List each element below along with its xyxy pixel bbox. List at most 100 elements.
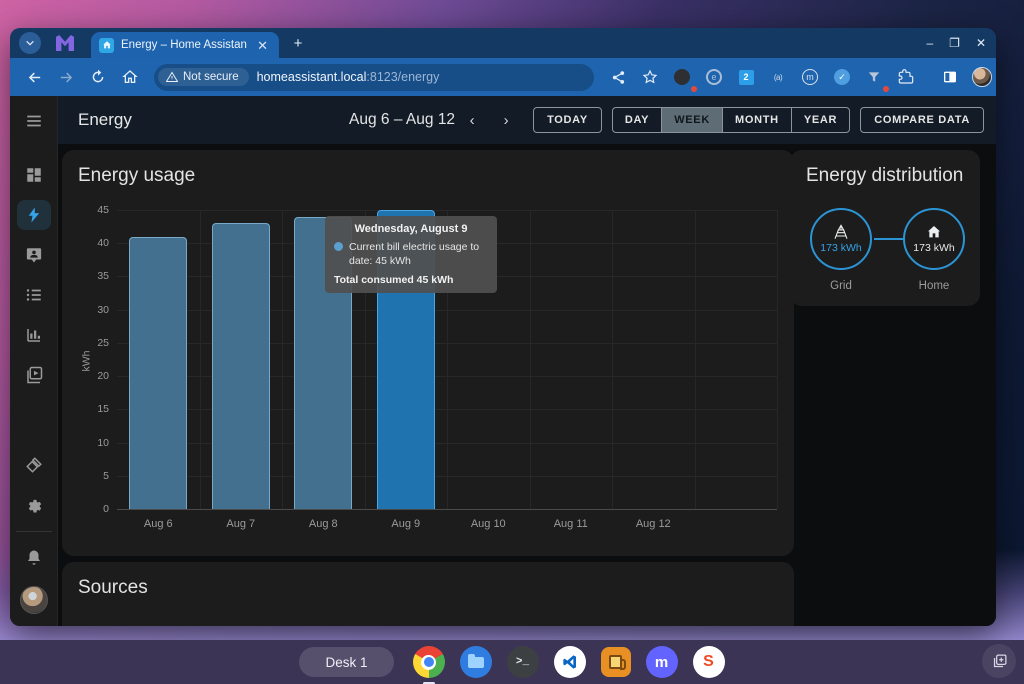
view-segmented: DAYWEEKMONTHYEAR <box>612 107 850 133</box>
badge-dot <box>883 86 889 92</box>
url-text: homeassistant.local:8123/energy <box>257 70 440 84</box>
star-icon <box>642 69 658 85</box>
next-period-button[interactable]: › <box>489 105 523 135</box>
terminal-app-icon[interactable]: >_ <box>507 646 539 678</box>
user-avatar[interactable] <box>20 586 48 614</box>
ha-header: Energy Aug 6 – Aug 12 ‹ › TODAY DAYWEEKM… <box>58 96 996 144</box>
extension-icon[interactable] <box>860 63 888 91</box>
tooltip-total: Total consumed 45 kWh <box>334 274 488 286</box>
sidebar-item-map[interactable] <box>17 240 51 270</box>
sidebar-item-settings[interactable] <box>17 490 51 520</box>
prev-period-button[interactable]: ‹ <box>455 105 489 135</box>
sidebar-menu-button[interactable] <box>17 106 51 136</box>
home-assistant-favicon-icon <box>99 38 114 53</box>
extension-a-icon: (a) <box>774 73 782 82</box>
sidebar-item-media[interactable] <box>17 360 51 390</box>
vscode-app-icon[interactable] <box>554 646 586 678</box>
home-button[interactable] <box>116 63 144 91</box>
y-tick-label: 20 <box>97 370 109 382</box>
tab-close-button[interactable]: ✕ <box>254 38 271 53</box>
home-value: 173 kWh <box>913 242 954 254</box>
bar[interactable] <box>129 237 187 509</box>
extension-icon[interactable] <box>668 63 696 91</box>
view-day-button[interactable]: DAY <box>613 108 661 132</box>
x-tick-label: Aug 12 <box>636 518 671 530</box>
x-tick-label: Aug 11 <box>554 518 588 530</box>
sidebar-item-developer-tools[interactable] <box>17 450 51 480</box>
hamburger-icon <box>25 112 43 130</box>
transmission-tower-icon <box>833 224 849 240</box>
shelf: Desk 1 >_ m S <box>0 640 1024 684</box>
sidebar-item-logbook[interactable] <box>17 280 51 310</box>
view-year-button[interactable]: YEAR <box>791 108 849 132</box>
x-tick-label: Aug 7 <box>226 518 255 530</box>
y-tick-label: 40 <box>97 237 109 249</box>
extension-icon[interactable]: 2 <box>732 63 760 91</box>
maximize-button[interactable]: ❐ <box>949 36 960 50</box>
extension-icon[interactable]: e <box>700 63 728 91</box>
files-app-icon[interactable] <box>460 646 492 678</box>
extension-funnel-icon <box>867 70 881 84</box>
card-title: Energy usage <box>62 150 794 187</box>
back-button[interactable] <box>20 63 48 91</box>
bell-icon <box>25 549 43 567</box>
share-button[interactable] <box>604 63 632 91</box>
screen-capture-button[interactable] <box>982 644 1016 678</box>
x-tick-label: Aug 6 <box>144 518 173 530</box>
desk-button[interactable]: Desk 1 <box>299 647 393 677</box>
active-tab[interactable]: Energy – Home Assistant ✕ <box>91 32 279 58</box>
address-bar[interactable]: Not secure homeassistant.local:8123/ener… <box>154 64 594 91</box>
grid-value: 173 kWh <box>820 242 861 254</box>
sidebar-notifications[interactable] <box>17 543 51 573</box>
forward-arrow-icon <box>58 69 75 86</box>
reload-button[interactable] <box>84 63 112 91</box>
extension-icon[interactable]: ✓ <box>828 63 856 91</box>
extension-icon[interactable]: m <box>796 63 824 91</box>
side-panel-button[interactable] <box>936 63 964 91</box>
extensions-menu-button[interactable] <box>892 63 920 91</box>
browser-window: Energy – Home Assistant ✕ + – ❐ ✕ Not se… <box>10 28 996 626</box>
today-button[interactable]: TODAY <box>533 107 602 133</box>
home-label: Home <box>903 280 965 292</box>
sidebar-item-history[interactable] <box>17 320 51 350</box>
sources-card: Sources <box>62 562 794 626</box>
sidebar-item-overview[interactable] <box>17 160 51 190</box>
badge-dot <box>691 86 697 92</box>
y-tick-label: 30 <box>97 304 109 316</box>
tab-title: Energy – Home Assistant <box>121 39 247 51</box>
y-tick-label: 10 <box>97 437 109 449</box>
minimize-button[interactable]: – <box>926 36 933 50</box>
gridline <box>530 210 531 509</box>
grid-node[interactable]: 173 kWh <box>810 208 872 270</box>
mastodon-app-icon[interactable]: m <box>646 646 678 678</box>
compare-data-button[interactable]: COMPARE DATA <box>860 107 984 133</box>
tab-strip: Energy – Home Assistant ✕ + – ❐ ✕ <box>10 28 996 58</box>
chrome-app-icon[interactable] <box>413 646 445 678</box>
not-secure-chip[interactable]: Not secure <box>158 68 249 86</box>
view-week-button[interactable]: WEEK <box>661 108 722 132</box>
pinned-tab[interactable] <box>55 34 75 52</box>
new-tab-button[interactable]: + <box>287 32 309 54</box>
card-title: Energy distribution <box>790 150 980 187</box>
grid-home-link <box>874 238 903 240</box>
bar[interactable] <box>212 223 270 509</box>
gridline <box>695 210 696 509</box>
sidebar-item-energy[interactable] <box>17 200 51 230</box>
forward-button[interactable] <box>52 63 80 91</box>
beer-app-icon[interactable] <box>601 647 631 677</box>
dashboard-icon <box>25 166 43 184</box>
home-node[interactable]: 173 kWh <box>903 208 965 270</box>
bar-chart-icon <box>25 326 43 344</box>
s-app-icon[interactable]: S <box>693 646 725 678</box>
close-button[interactable]: ✕ <box>976 36 986 50</box>
chevron-down-icon <box>25 38 35 48</box>
tab-search-button[interactable] <box>19 32 41 54</box>
profile-button[interactable] <box>968 63 996 91</box>
extension-icon[interactable]: (a) <box>764 63 792 91</box>
house-icon <box>926 224 942 240</box>
series-dot-icon <box>334 242 343 251</box>
bookmark-button[interactable] <box>636 63 664 91</box>
share-icon <box>611 70 626 85</box>
chart-tooltip: Wednesday, August 9 Current bill electri… <box>325 216 497 293</box>
view-month-button[interactable]: MONTH <box>722 108 791 132</box>
